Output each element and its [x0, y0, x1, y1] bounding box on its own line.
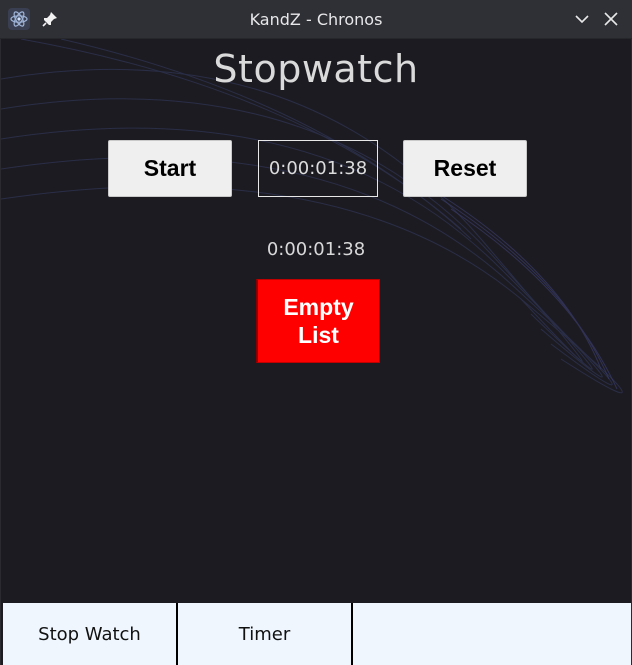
elapsed-time-display: 0:00:01:38 [258, 140, 378, 197]
lap-list-item: 0:00:01:38 [266, 239, 366, 260]
tab-timer[interactable]: Timer [178, 603, 353, 665]
page-title: Stopwatch [213, 47, 419, 91]
reset-button[interactable]: Reset [403, 140, 527, 197]
empty-list-label-line1: Empty [283, 294, 354, 320]
stopwatch-panel: Stopwatch Start 0:00:01:38 Reset 0:00:01… [0, 39, 632, 665]
chevron-down-icon[interactable] [573, 10, 591, 28]
empty-list-label-line2: List [298, 322, 339, 348]
empty-list-button[interactable]: Empty List [256, 279, 380, 363]
start-button[interactable]: Start [108, 140, 232, 197]
tab-stop-watch[interactable]: Stop Watch [1, 603, 178, 665]
window-title: KandZ - Chronos [249, 10, 383, 29]
bottom-navigation: Stop Watch Timer [1, 603, 631, 665]
title-bar: KandZ - Chronos [0, 0, 632, 39]
close-icon[interactable] [602, 10, 620, 28]
